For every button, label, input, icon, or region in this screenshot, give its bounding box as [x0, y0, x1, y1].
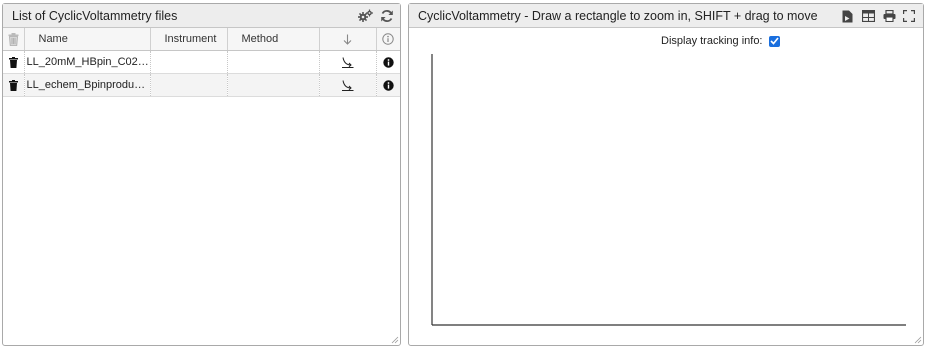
- file-name-cell[interactable]: LL_20mM_HBpin_C02.jdx: [24, 50, 151, 74]
- method-cell: [227, 73, 320, 97]
- info-cell[interactable]: [376, 50, 400, 74]
- method-cell: [227, 50, 320, 74]
- column-header-info[interactable]: [376, 28, 400, 51]
- column-header-name[interactable]: Name: [24, 28, 151, 51]
- delete-all-header[interactable]: [3, 28, 25, 51]
- info-cell[interactable]: [376, 73, 400, 97]
- trash-icon[interactable]: [8, 56, 18, 68]
- resize-handle[interactable]: [914, 336, 922, 344]
- cv-plot-panel: CyclicVoltammetry - Draw a rectangle to …: [408, 3, 924, 346]
- download-curve-icon[interactable]: [341, 79, 354, 91]
- column-header-method[interactable]: Method: [227, 28, 320, 51]
- column-header-download[interactable]: [319, 28, 377, 51]
- download-cell[interactable]: [319, 73, 377, 97]
- info-icon[interactable]: [383, 56, 394, 68]
- table-header-row: Name Instrument Method: [3, 28, 400, 51]
- row-delete-cell[interactable]: [3, 73, 25, 97]
- file-list-title: List of CyclicVoltammetry files: [12, 9, 178, 23]
- cv-plot-header: CyclicVoltammetry - Draw a rectangle to …: [409, 4, 923, 28]
- files-table: Name Instrument Method LL_20mM_HBpin_C02…: [3, 28, 400, 97]
- cv-plot-title: CyclicVoltammetry - Draw a rectangle to …: [418, 9, 818, 23]
- print-icon[interactable]: [881, 8, 897, 24]
- cv-plot-area[interactable]: [409, 28, 923, 345]
- file-list-header: List of CyclicVoltammetry files: [3, 4, 400, 28]
- instrument-cell: [150, 73, 228, 97]
- download-arrow-icon: [343, 34, 352, 45]
- export-icon[interactable]: [839, 8, 855, 24]
- info-circle-icon: [382, 33, 394, 45]
- refresh-icon[interactable]: [379, 8, 395, 24]
- settings-gears-icon[interactable]: [357, 8, 373, 24]
- row-delete-cell[interactable]: [3, 50, 25, 74]
- file-name-cell[interactable]: LL_echem_Bpinproduct_...: [24, 73, 151, 97]
- trash-header-icon: [8, 32, 19, 46]
- download-cell[interactable]: [319, 50, 377, 74]
- file-list-panel: List of CyclicVoltammetry files Name Ins…: [2, 3, 401, 346]
- instrument-cell: [150, 50, 228, 74]
- table-row[interactable]: LL_20mM_HBpin_C02.jdx: [3, 50, 400, 74]
- resize-handle[interactable]: [391, 336, 399, 344]
- info-icon[interactable]: [383, 79, 394, 91]
- column-header-instrument[interactable]: Instrument: [150, 28, 228, 51]
- table-icon[interactable]: [860, 8, 876, 24]
- trash-icon[interactable]: [8, 79, 18, 91]
- fullscreen-icon[interactable]: [901, 8, 917, 24]
- download-curve-icon[interactable]: [341, 56, 354, 68]
- table-row[interactable]: LL_echem_Bpinproduct_...: [3, 73, 400, 97]
